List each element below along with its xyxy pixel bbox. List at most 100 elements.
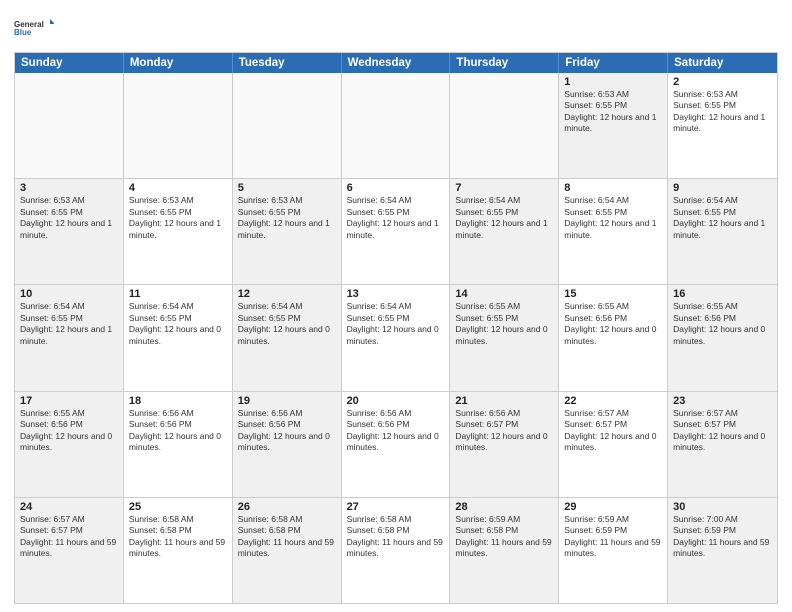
day-info: Sunrise: 6:54 AM Sunset: 6:55 PM Dayligh… xyxy=(564,195,662,241)
calendar-header: SundayMondayTuesdayWednesdayThursdayFrid… xyxy=(15,53,777,73)
day-number: 27 xyxy=(347,501,445,513)
day-cell-16: 16Sunrise: 6:55 AM Sunset: 6:56 PM Dayli… xyxy=(668,285,777,390)
header-day-tuesday: Tuesday xyxy=(233,53,342,73)
day-info: Sunrise: 6:54 AM Sunset: 6:55 PM Dayligh… xyxy=(673,195,772,241)
day-info: Sunrise: 7:00 AM Sunset: 6:59 PM Dayligh… xyxy=(673,514,772,560)
day-cell-26: 26Sunrise: 6:58 AM Sunset: 6:58 PM Dayli… xyxy=(233,498,342,603)
day-cell-8: 8Sunrise: 6:54 AM Sunset: 6:55 PM Daylig… xyxy=(559,179,668,284)
day-number: 10 xyxy=(20,288,118,300)
day-info: Sunrise: 6:54 AM Sunset: 6:55 PM Dayligh… xyxy=(129,301,227,347)
day-cell-17: 17Sunrise: 6:55 AM Sunset: 6:56 PM Dayli… xyxy=(15,392,124,497)
svg-text:Blue: Blue xyxy=(14,28,32,37)
day-cell-3: 3Sunrise: 6:53 AM Sunset: 6:55 PM Daylig… xyxy=(15,179,124,284)
calendar-row-5: 24Sunrise: 6:57 AM Sunset: 6:57 PM Dayli… xyxy=(15,498,777,603)
day-cell-28: 28Sunrise: 6:59 AM Sunset: 6:58 PM Dayli… xyxy=(450,498,559,603)
day-number: 20 xyxy=(347,395,445,407)
day-number: 14 xyxy=(455,288,553,300)
day-cell-empty xyxy=(15,73,124,178)
day-number: 3 xyxy=(20,182,118,194)
day-number: 21 xyxy=(455,395,553,407)
header-day-sunday: Sunday xyxy=(15,53,124,73)
calendar: SundayMondayTuesdayWednesdayThursdayFrid… xyxy=(14,52,778,604)
day-number: 11 xyxy=(129,288,227,300)
day-number: 28 xyxy=(455,501,553,513)
day-info: Sunrise: 6:56 AM Sunset: 6:57 PM Dayligh… xyxy=(455,408,553,454)
day-cell-13: 13Sunrise: 6:54 AM Sunset: 6:55 PM Dayli… xyxy=(342,285,451,390)
day-cell-27: 27Sunrise: 6:58 AM Sunset: 6:58 PM Dayli… xyxy=(342,498,451,603)
day-cell-6: 6Sunrise: 6:54 AM Sunset: 6:55 PM Daylig… xyxy=(342,179,451,284)
calendar-row-1: 1Sunrise: 6:53 AM Sunset: 6:55 PM Daylig… xyxy=(15,73,777,179)
day-cell-7: 7Sunrise: 6:54 AM Sunset: 6:55 PM Daylig… xyxy=(450,179,559,284)
day-number: 15 xyxy=(564,288,662,300)
day-cell-19: 19Sunrise: 6:56 AM Sunset: 6:56 PM Dayli… xyxy=(233,392,342,497)
day-number: 19 xyxy=(238,395,336,407)
day-info: Sunrise: 6:57 AM Sunset: 6:57 PM Dayligh… xyxy=(20,514,118,560)
day-number: 16 xyxy=(673,288,772,300)
day-cell-11: 11Sunrise: 6:54 AM Sunset: 6:55 PM Dayli… xyxy=(124,285,233,390)
day-cell-empty xyxy=(450,73,559,178)
day-number: 26 xyxy=(238,501,336,513)
day-cell-4: 4Sunrise: 6:53 AM Sunset: 6:55 PM Daylig… xyxy=(124,179,233,284)
day-info: Sunrise: 6:53 AM Sunset: 6:55 PM Dayligh… xyxy=(20,195,118,241)
day-number: 23 xyxy=(673,395,772,407)
header-day-wednesday: Wednesday xyxy=(342,53,451,73)
logo: General Blue xyxy=(14,10,54,46)
day-info: Sunrise: 6:53 AM Sunset: 6:55 PM Dayligh… xyxy=(129,195,227,241)
day-info: Sunrise: 6:57 AM Sunset: 6:57 PM Dayligh… xyxy=(673,408,772,454)
day-info: Sunrise: 6:59 AM Sunset: 6:58 PM Dayligh… xyxy=(455,514,553,560)
day-number: 30 xyxy=(673,501,772,513)
day-cell-21: 21Sunrise: 6:56 AM Sunset: 6:57 PM Dayli… xyxy=(450,392,559,497)
day-info: Sunrise: 6:59 AM Sunset: 6:59 PM Dayligh… xyxy=(564,514,662,560)
day-info: Sunrise: 6:56 AM Sunset: 6:56 PM Dayligh… xyxy=(238,408,336,454)
day-number: 13 xyxy=(347,288,445,300)
header-day-thursday: Thursday xyxy=(450,53,559,73)
day-info: Sunrise: 6:58 AM Sunset: 6:58 PM Dayligh… xyxy=(129,514,227,560)
day-info: Sunrise: 6:53 AM Sunset: 6:55 PM Dayligh… xyxy=(238,195,336,241)
day-cell-empty xyxy=(342,73,451,178)
day-cell-2: 2Sunrise: 6:53 AM Sunset: 6:55 PM Daylig… xyxy=(668,73,777,178)
calendar-row-2: 3Sunrise: 6:53 AM Sunset: 6:55 PM Daylig… xyxy=(15,179,777,285)
header-day-monday: Monday xyxy=(124,53,233,73)
day-info: Sunrise: 6:54 AM Sunset: 6:55 PM Dayligh… xyxy=(347,195,445,241)
day-info: Sunrise: 6:54 AM Sunset: 6:55 PM Dayligh… xyxy=(455,195,553,241)
day-info: Sunrise: 6:55 AM Sunset: 6:56 PM Dayligh… xyxy=(564,301,662,347)
day-info: Sunrise: 6:54 AM Sunset: 6:55 PM Dayligh… xyxy=(238,301,336,347)
day-cell-23: 23Sunrise: 6:57 AM Sunset: 6:57 PM Dayli… xyxy=(668,392,777,497)
day-number: 18 xyxy=(129,395,227,407)
day-number: 9 xyxy=(673,182,772,194)
day-cell-empty xyxy=(124,73,233,178)
header: General Blue xyxy=(14,10,778,46)
day-number: 17 xyxy=(20,395,118,407)
day-cell-29: 29Sunrise: 6:59 AM Sunset: 6:59 PM Dayli… xyxy=(559,498,668,603)
day-number: 2 xyxy=(673,76,772,88)
day-number: 1 xyxy=(564,76,662,88)
day-cell-20: 20Sunrise: 6:56 AM Sunset: 6:56 PM Dayli… xyxy=(342,392,451,497)
day-info: Sunrise: 6:55 AM Sunset: 6:55 PM Dayligh… xyxy=(455,301,553,347)
day-info: Sunrise: 6:54 AM Sunset: 6:55 PM Dayligh… xyxy=(20,301,118,347)
page: General Blue SundayMondayTuesdayWednesda… xyxy=(0,0,792,612)
day-number: 22 xyxy=(564,395,662,407)
day-cell-15: 15Sunrise: 6:55 AM Sunset: 6:56 PM Dayli… xyxy=(559,285,668,390)
calendar-body: 1Sunrise: 6:53 AM Sunset: 6:55 PM Daylig… xyxy=(15,73,777,603)
day-number: 12 xyxy=(238,288,336,300)
day-cell-24: 24Sunrise: 6:57 AM Sunset: 6:57 PM Dayli… xyxy=(15,498,124,603)
calendar-row-4: 17Sunrise: 6:55 AM Sunset: 6:56 PM Dayli… xyxy=(15,392,777,498)
day-info: Sunrise: 6:55 AM Sunset: 6:56 PM Dayligh… xyxy=(20,408,118,454)
day-cell-10: 10Sunrise: 6:54 AM Sunset: 6:55 PM Dayli… xyxy=(15,285,124,390)
header-day-friday: Friday xyxy=(559,53,668,73)
day-cell-22: 22Sunrise: 6:57 AM Sunset: 6:57 PM Dayli… xyxy=(559,392,668,497)
day-info: Sunrise: 6:53 AM Sunset: 6:55 PM Dayligh… xyxy=(564,89,662,135)
calendar-row-3: 10Sunrise: 6:54 AM Sunset: 6:55 PM Dayli… xyxy=(15,285,777,391)
day-cell-18: 18Sunrise: 6:56 AM Sunset: 6:56 PM Dayli… xyxy=(124,392,233,497)
day-cell-1: 1Sunrise: 6:53 AM Sunset: 6:55 PM Daylig… xyxy=(559,73,668,178)
day-info: Sunrise: 6:58 AM Sunset: 6:58 PM Dayligh… xyxy=(238,514,336,560)
day-number: 24 xyxy=(20,501,118,513)
day-info: Sunrise: 6:57 AM Sunset: 6:57 PM Dayligh… xyxy=(564,408,662,454)
header-day-saturday: Saturday xyxy=(668,53,777,73)
day-number: 25 xyxy=(129,501,227,513)
logo-svg: General Blue xyxy=(14,10,54,46)
day-number: 6 xyxy=(347,182,445,194)
day-info: Sunrise: 6:55 AM Sunset: 6:56 PM Dayligh… xyxy=(673,301,772,347)
day-number: 7 xyxy=(455,182,553,194)
day-cell-30: 30Sunrise: 7:00 AM Sunset: 6:59 PM Dayli… xyxy=(668,498,777,603)
